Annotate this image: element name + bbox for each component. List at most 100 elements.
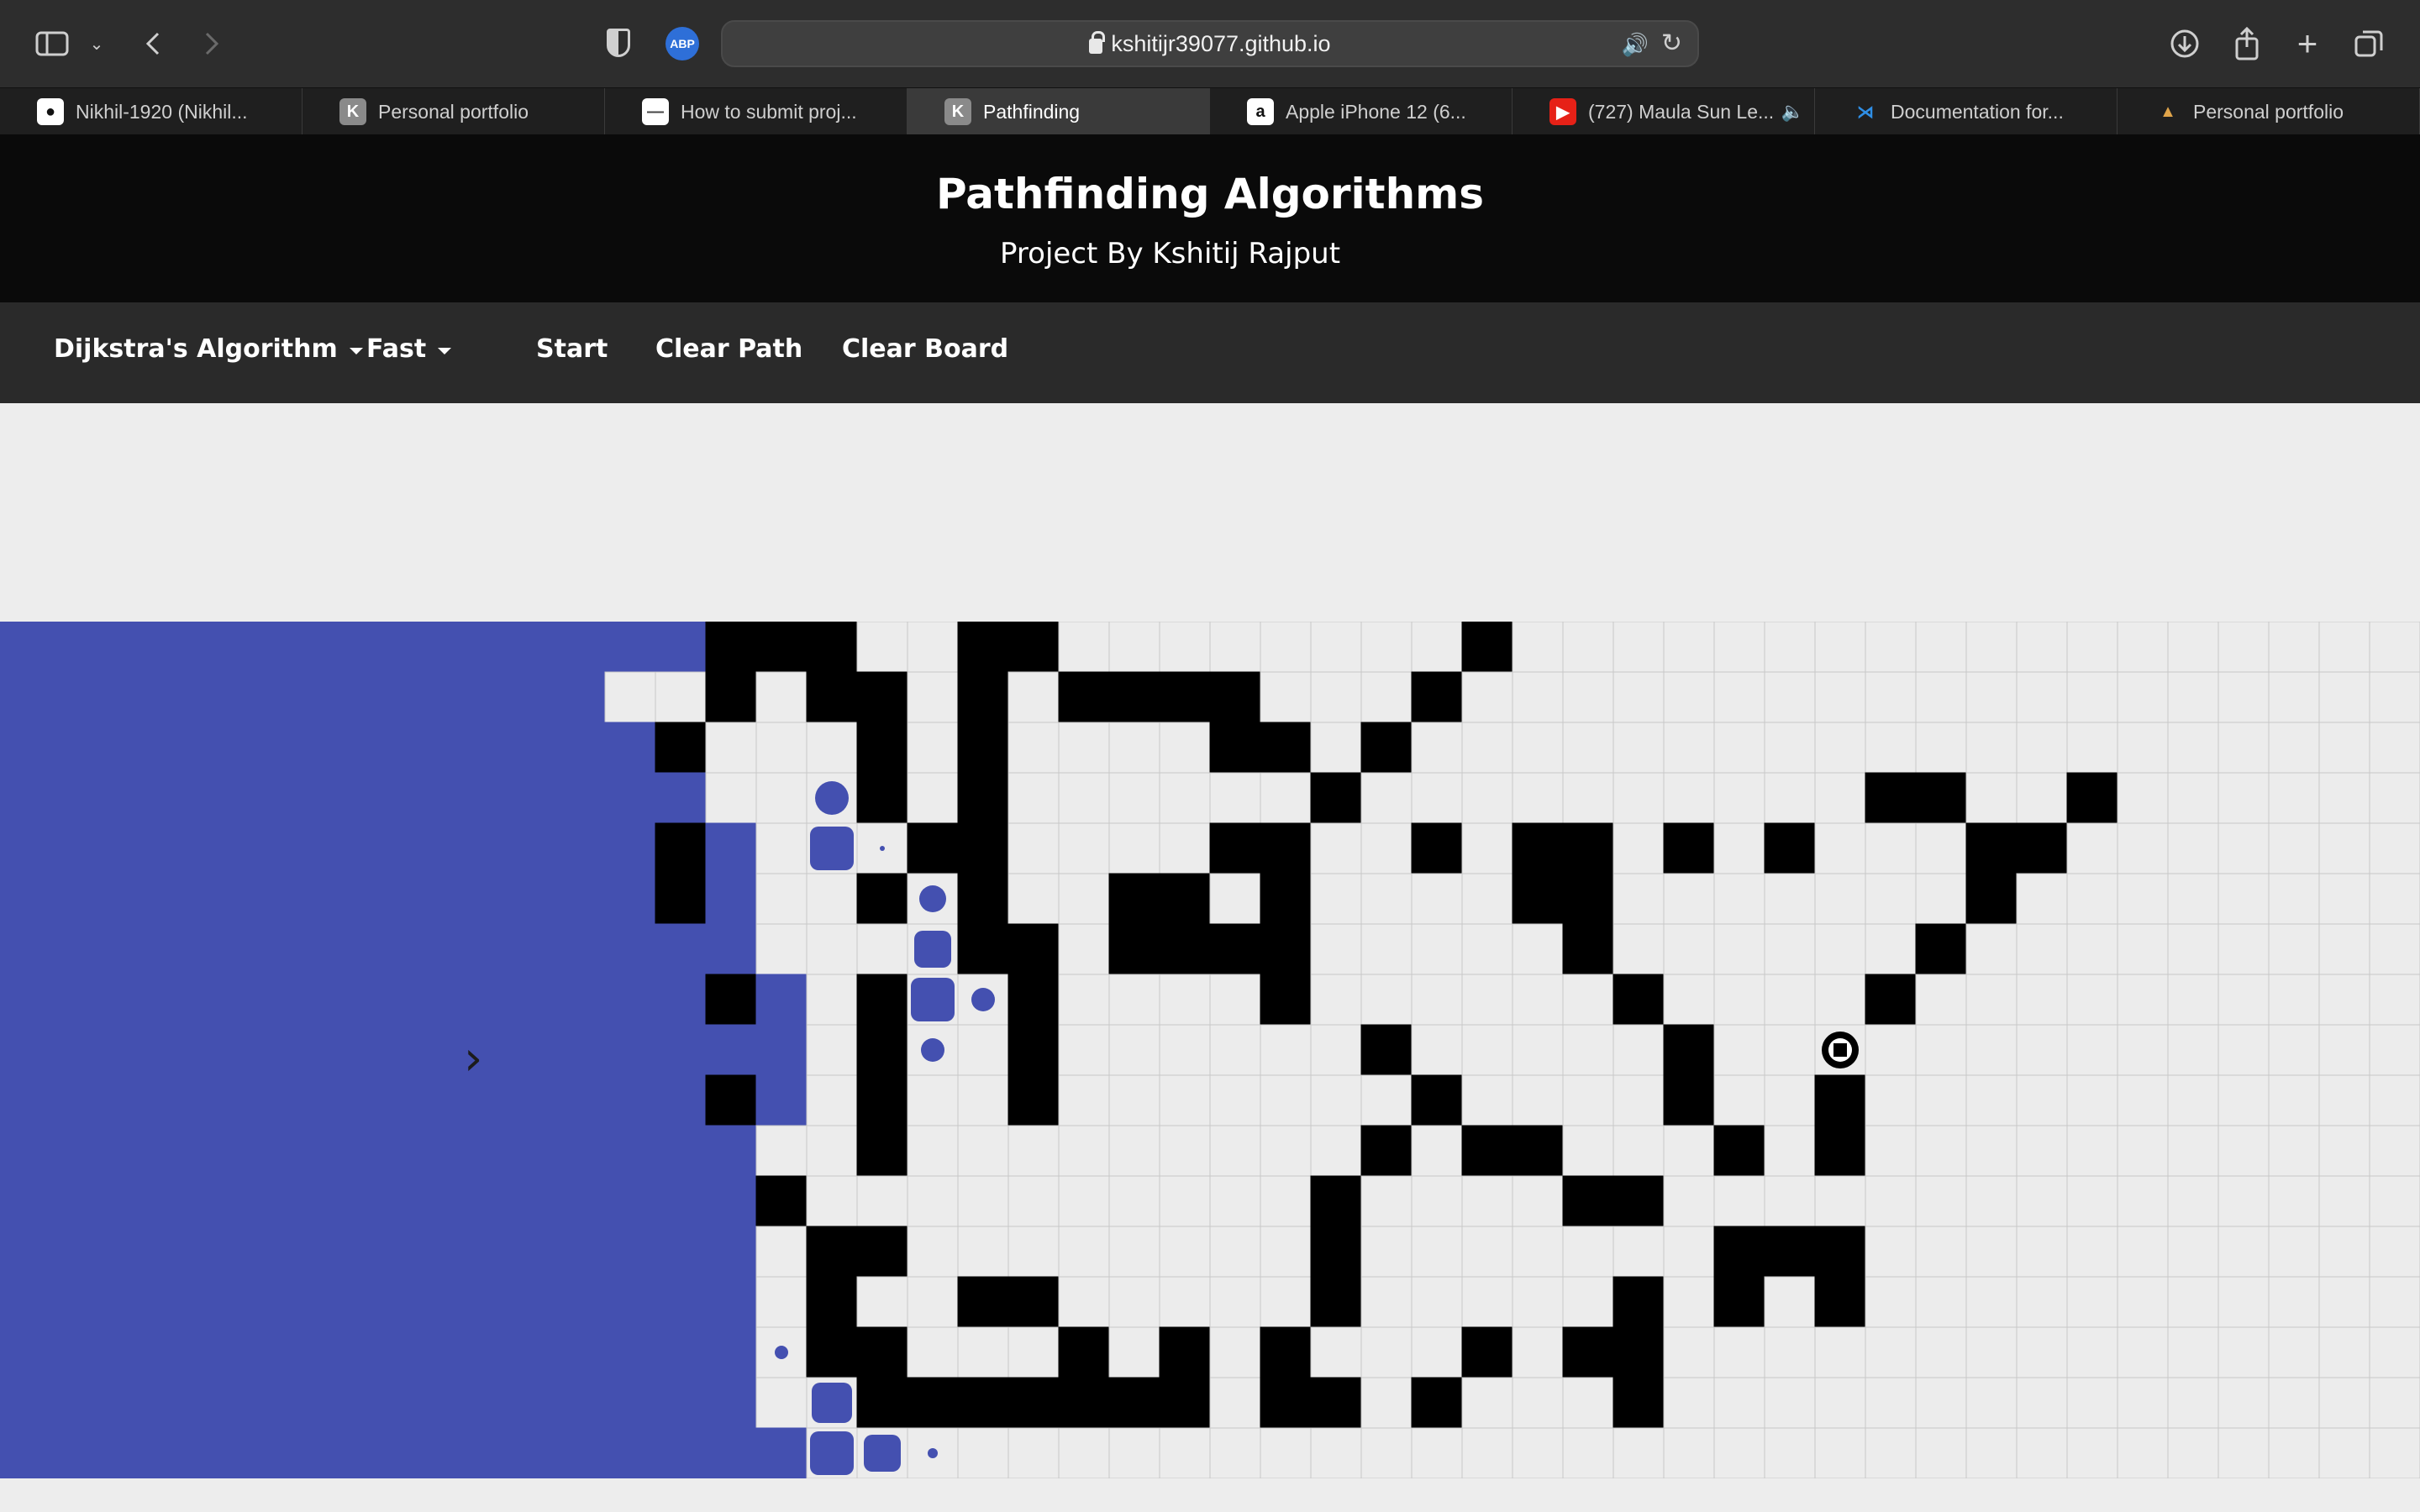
grid-cell[interactable] [1360,923,1413,975]
grid-cell[interactable] [1411,873,1463,925]
visited-cell[interactable] [302,1175,354,1227]
grid-cell[interactable] [2066,974,2118,1026]
wall-cell[interactable] [1562,873,1614,925]
wall-cell[interactable] [1612,1377,1665,1429]
grid-cell[interactable] [1915,1226,1967,1278]
visited-cell[interactable] [0,1024,51,1076]
visited-cell[interactable] [705,1175,757,1227]
grid-cell[interactable] [1007,822,1060,874]
visited-cell[interactable] [554,722,606,774]
grid-cell[interactable] [2318,1427,2370,1478]
visited-cell[interactable] [655,1377,707,1429]
grid-cell[interactable] [2369,671,2420,723]
visited-cell[interactable] [604,1024,656,1076]
wall-cell[interactable] [1209,923,1261,975]
grid-cell[interactable] [1865,1024,1917,1076]
grid-cell[interactable] [1310,622,1362,673]
grid-cell[interactable] [907,622,959,673]
grid-cell[interactable] [2268,923,2320,975]
wall-cell[interactable] [1058,1377,1110,1429]
grid-cell[interactable] [1814,1377,1866,1429]
grid-svg[interactable] [0,622,2420,1478]
grid-cell[interactable] [1965,1226,2018,1278]
visited-cell[interactable] [50,1276,102,1328]
grid-board[interactable] [0,622,2420,1478]
visited-cell[interactable] [604,1226,656,1278]
wall-cell[interactable] [1663,1074,1715,1126]
visited-cell[interactable] [402,1377,455,1429]
visited-cell[interactable] [554,822,606,874]
grid-cell[interactable] [1461,873,1513,925]
visited-cell[interactable] [50,722,102,774]
visited-cell[interactable] [705,1024,757,1076]
address-bar[interactable]: kshitijr39077.github.io 🔊 ↻ [721,20,1699,67]
visited-cell[interactable] [0,1276,51,1328]
grid-cell[interactable] [2167,722,2219,774]
visited-cell[interactable] [50,1125,102,1177]
grid-cell[interactable] [957,1024,1009,1076]
wall-cell[interactable] [957,671,1009,723]
grid-cell[interactable] [1007,722,1060,774]
grid-cell[interactable] [2217,772,2270,824]
visited-cell[interactable] [402,671,455,723]
wall-cell[interactable] [806,671,858,723]
visited-cell[interactable] [201,873,253,925]
wall-cell[interactable] [1461,1125,1513,1177]
grid-cell[interactable] [1865,622,1917,673]
grid-cell[interactable] [2167,1125,2219,1177]
grid-cell[interactable] [2217,923,2270,975]
grid-cell[interactable] [2217,822,2270,874]
grid-cell[interactable] [1764,772,1816,824]
visited-cell[interactable] [705,1377,757,1429]
wall-cell[interactable] [1159,1326,1211,1378]
visited-cell[interactable] [201,974,253,1026]
visited-cell[interactable] [150,822,203,874]
grid-cell[interactable] [1865,1427,1917,1478]
grid-cell[interactable] [806,1175,858,1227]
wall-cell[interactable] [856,1125,908,1177]
visited-cell[interactable] [251,873,303,925]
grid-cell[interactable] [1108,822,1160,874]
grid-cell[interactable] [1713,671,1765,723]
grid-cell[interactable] [1159,722,1211,774]
visited-cell[interactable] [100,722,152,774]
visited-cell[interactable] [251,1125,303,1177]
visited-cell[interactable] [0,1226,51,1278]
wall-cell[interactable] [1310,1226,1362,1278]
grid-cell[interactable] [1865,822,1917,874]
wall-cell[interactable] [1915,923,1967,975]
visited-cell[interactable] [150,1074,203,1126]
grid-cell[interactable] [1310,974,1362,1026]
grid-cell[interactable] [1562,1427,1614,1478]
wall-cell[interactable] [856,873,908,925]
wall-cell[interactable] [1007,1074,1060,1126]
visited-cell[interactable] [655,1024,707,1076]
visited-cell[interactable] [554,1024,606,1076]
grid-cell[interactable] [1461,974,1513,1026]
visited-cell[interactable] [604,822,656,874]
wall-cell[interactable] [957,1377,1009,1429]
visited-cell[interactable] [705,1125,757,1177]
visited-cell[interactable] [604,1377,656,1429]
wall-cell[interactable] [806,1326,858,1378]
grid-cell[interactable] [1764,722,1816,774]
grid-cell[interactable] [856,1276,908,1328]
grid-cell[interactable] [1713,722,1765,774]
grid-cell[interactable] [1260,622,1312,673]
grid-cell[interactable] [1058,722,1110,774]
wall-cell[interactable] [1058,1326,1110,1378]
grid-cell[interactable] [806,1074,858,1126]
grid-cell[interactable] [1260,1427,1312,1478]
wall-cell[interactable] [1764,1226,1816,1278]
grid-cell[interactable] [1814,873,1866,925]
visited-cell[interactable] [503,772,555,824]
grid-cell[interactable] [1562,1226,1614,1278]
grid-cell[interactable] [2369,1377,2420,1429]
grid-cell[interactable] [1209,1125,1261,1177]
visited-cell[interactable] [150,1377,203,1429]
visited-cell[interactable] [453,722,505,774]
grid-cell[interactable] [1663,1175,1715,1227]
visited-cell[interactable] [503,1427,555,1478]
grid-cell[interactable] [2369,722,2420,774]
visited-cell[interactable] [554,1377,606,1429]
